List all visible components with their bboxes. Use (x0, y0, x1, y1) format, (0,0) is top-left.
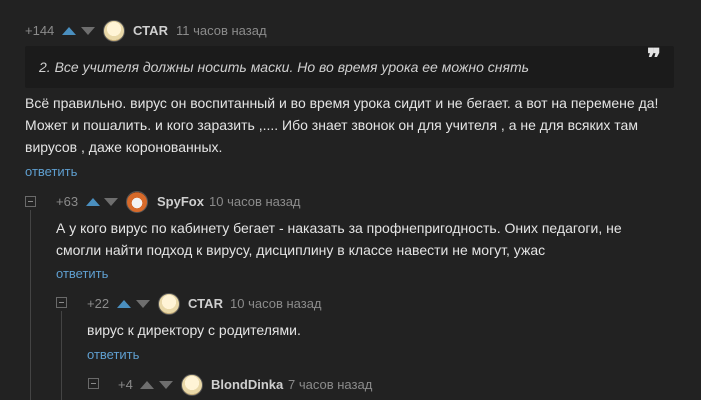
downvote-icon[interactable] (136, 300, 150, 308)
comment-body: Всё правильно. вирус он воспитанный и во… (25, 92, 658, 158)
avatar[interactable] (126, 191, 148, 213)
quote-icon: ❞ (647, 44, 661, 74)
downvote-icon[interactable] (81, 27, 95, 35)
comment-line: вирус к директору с родителями. (87, 322, 301, 338)
comment-line: вирусов , даже коронованных. (25, 139, 223, 155)
timestamp[interactable]: 7 часов назад (288, 377, 372, 392)
comment-line: А у кого вирус по кабинету бегает - нака… (56, 220, 622, 236)
comment-line: Всё правильно. вирус он воспитанный и во… (25, 95, 659, 111)
comment-body: вирус к директору с родителями. (87, 319, 301, 341)
upvote-icon[interactable] (117, 300, 131, 308)
avatar[interactable] (103, 20, 125, 42)
upvote-icon[interactable] (140, 381, 154, 389)
username[interactable]: СТАR (133, 23, 168, 38)
comment-rating: +22 (87, 296, 110, 311)
downvote-icon[interactable] (104, 198, 118, 206)
timestamp[interactable]: 10 часов назад (209, 194, 301, 209)
thread-line[interactable] (30, 210, 31, 400)
reply-link[interactable]: ответить (25, 164, 77, 179)
quote-text: 2. Все учителя должны носить маски. Но в… (39, 59, 530, 75)
collapse-icon[interactable] (25, 196, 36, 207)
username[interactable]: SpyFox (157, 194, 204, 209)
comment-rating: +63 (56, 194, 79, 209)
comment-line: Может и пошалить. и кого заразить ,.... … (25, 117, 638, 133)
avatar[interactable] (158, 293, 180, 315)
thread-line[interactable] (61, 311, 62, 400)
collapse-icon[interactable] (56, 297, 67, 308)
username[interactable]: СТАR (188, 296, 223, 311)
upvote-icon[interactable] (86, 198, 100, 206)
comment-body: А у кого вирус по кабинету бегает - нака… (56, 217, 622, 261)
reply-link[interactable]: ответить (87, 347, 139, 362)
timestamp[interactable]: 10 часов назад (230, 296, 322, 311)
avatar[interactable] (181, 374, 203, 396)
timestamp[interactable]: 11 часов назад (176, 23, 267, 38)
username[interactable]: BlondDinka (211, 377, 283, 392)
downvote-icon[interactable] (159, 381, 173, 389)
comment-line: смогли найти подход к вирусу, дисциплину… (56, 242, 546, 258)
collapse-icon[interactable] (88, 378, 99, 389)
reply-link[interactable]: ответить (56, 266, 108, 281)
comment-rating: +4 (118, 377, 133, 392)
upvote-icon[interactable] (62, 27, 76, 35)
comment-rating: +144 (25, 23, 55, 38)
quote-block: 2. Все учителя должны носить маски. Но в… (25, 44, 674, 88)
